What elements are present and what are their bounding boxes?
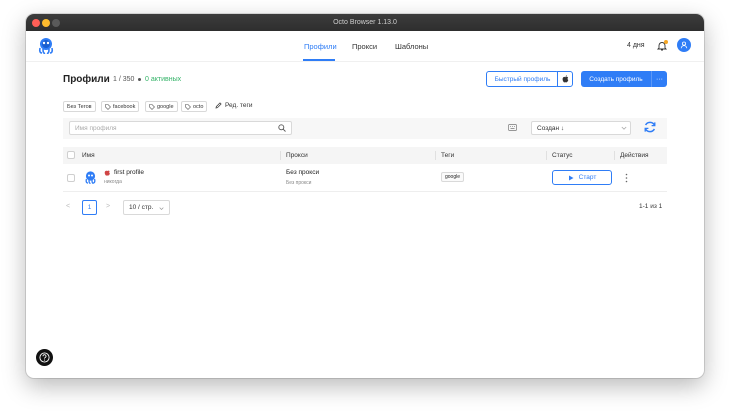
- tag-label: octo: [193, 103, 204, 110]
- create-profile-button[interactable]: Создать профиль: [581, 71, 651, 87]
- column-divider: [546, 151, 547, 160]
- apple-icon: [562, 75, 568, 83]
- chevron-down-icon: [159, 207, 164, 210]
- nav-tab-profiles[interactable]: Профили: [304, 42, 337, 51]
- pagination-next[interactable]: >: [106, 203, 110, 210]
- tag-filter-no-tags[interactable]: Без Тегов: [63, 101, 96, 112]
- column-header-status[interactable]: Статус: [552, 152, 573, 159]
- profile-octopus-icon: [85, 171, 96, 184]
- tag-label: Без Тегов: [67, 103, 92, 110]
- profile-proxy-sub: Без прокси: [286, 180, 312, 186]
- row-checkbox[interactable]: [67, 174, 75, 182]
- pagination-total: 1-1 из 1: [639, 203, 663, 210]
- pagination-page-1[interactable]: 1: [82, 200, 97, 215]
- tag-filter-google[interactable]: google: [145, 101, 178, 112]
- play-icon: [568, 175, 574, 180]
- start-profile-label: Старт: [578, 174, 597, 181]
- search-icon[interactable]: [278, 124, 286, 132]
- help-icon: [39, 352, 50, 363]
- active-profiles-count: 0 активных: [145, 76, 182, 83]
- profile-name[interactable]: first profile: [104, 169, 144, 176]
- keyboard-icon[interactable]: [508, 124, 517, 131]
- edit-tags-label: Ред. теги: [225, 102, 253, 109]
- profile-count: 1 / 350: [113, 76, 135, 83]
- octopus-logo-icon[interactable]: [36, 36, 56, 56]
- title-bar: Octo Browser 1.13.0: [26, 14, 704, 31]
- app-window: Octo Browser 1.13.0 Профили Прокси Шабло…: [26, 14, 704, 378]
- user-icon: [680, 41, 688, 49]
- profile-last-run: никогда: [104, 179, 122, 185]
- tag-icon: [105, 103, 111, 110]
- zoom-window-button[interactable]: [52, 18, 60, 27]
- user-avatar-button[interactable]: [677, 38, 691, 52]
- sort-select[interactable]: Создан ↓: [531, 121, 631, 135]
- column-divider: [280, 151, 281, 160]
- profile-tag: google: [441, 172, 465, 182]
- tag-label: google: [157, 103, 174, 110]
- apple-icon: [104, 170, 110, 176]
- start-profile-button[interactable]: Старт: [552, 170, 612, 185]
- pagination-prev[interactable]: <: [66, 203, 70, 210]
- minimize-window-button[interactable]: [42, 18, 50, 27]
- page-title: Профили: [63, 74, 110, 85]
- refresh-icon[interactable]: [643, 120, 657, 134]
- table-header: Имя Прокси Теги Статус Действия: [63, 147, 667, 164]
- separator-dot: [138, 78, 141, 81]
- chevron-down-icon: [621, 126, 627, 130]
- column-divider: [435, 151, 436, 160]
- kebab-icon[interactable]: [625, 173, 628, 183]
- create-profile-more-button[interactable]: ···: [651, 71, 667, 87]
- tag-icon: [149, 103, 155, 110]
- window-title: Octo Browser 1.13.0: [333, 19, 397, 26]
- tag-filter-facebook[interactable]: facebook: [101, 101, 140, 112]
- nav-tab-templates[interactable]: Шаблоны: [395, 42, 428, 51]
- notification-dot: [664, 40, 668, 44]
- column-divider: [614, 151, 615, 160]
- profile-name-label: first profile: [114, 169, 144, 176]
- quick-profile-button[interactable]: Быстрый профиль: [486, 71, 559, 87]
- active-tab-indicator: [303, 59, 335, 61]
- tag-icon: [185, 103, 191, 110]
- search-input[interactable]: Имя профиля: [69, 121, 292, 135]
- tag-filter-octo[interactable]: octo: [181, 101, 208, 112]
- page-size-select[interactable]: 10 / стр.: [123, 200, 170, 215]
- subscription-days-left[interactable]: 4 дня: [627, 42, 645, 49]
- tag-label: facebook: [113, 103, 136, 110]
- edit-tags-button[interactable]: Ред. теги: [215, 102, 252, 109]
- column-header-tags[interactable]: Теги: [441, 152, 454, 159]
- column-header-actions: Действия: [620, 152, 649, 159]
- close-window-button[interactable]: [32, 18, 40, 27]
- column-header-name[interactable]: Имя: [82, 152, 95, 159]
- page-size-label: 10 / стр.: [129, 204, 154, 211]
- profile-proxy: Без прокси: [286, 169, 320, 176]
- pencil-icon: [215, 102, 222, 109]
- column-header-proxy[interactable]: Прокси: [286, 152, 308, 159]
- nav-tab-proxies[interactable]: Прокси: [352, 42, 377, 51]
- help-button[interactable]: [36, 349, 53, 366]
- top-nav-bar: Профили Прокси Шаблоны 4 дня: [26, 31, 704, 62]
- quick-profile-os-button[interactable]: [557, 71, 573, 87]
- select-all-checkbox[interactable]: [67, 151, 75, 159]
